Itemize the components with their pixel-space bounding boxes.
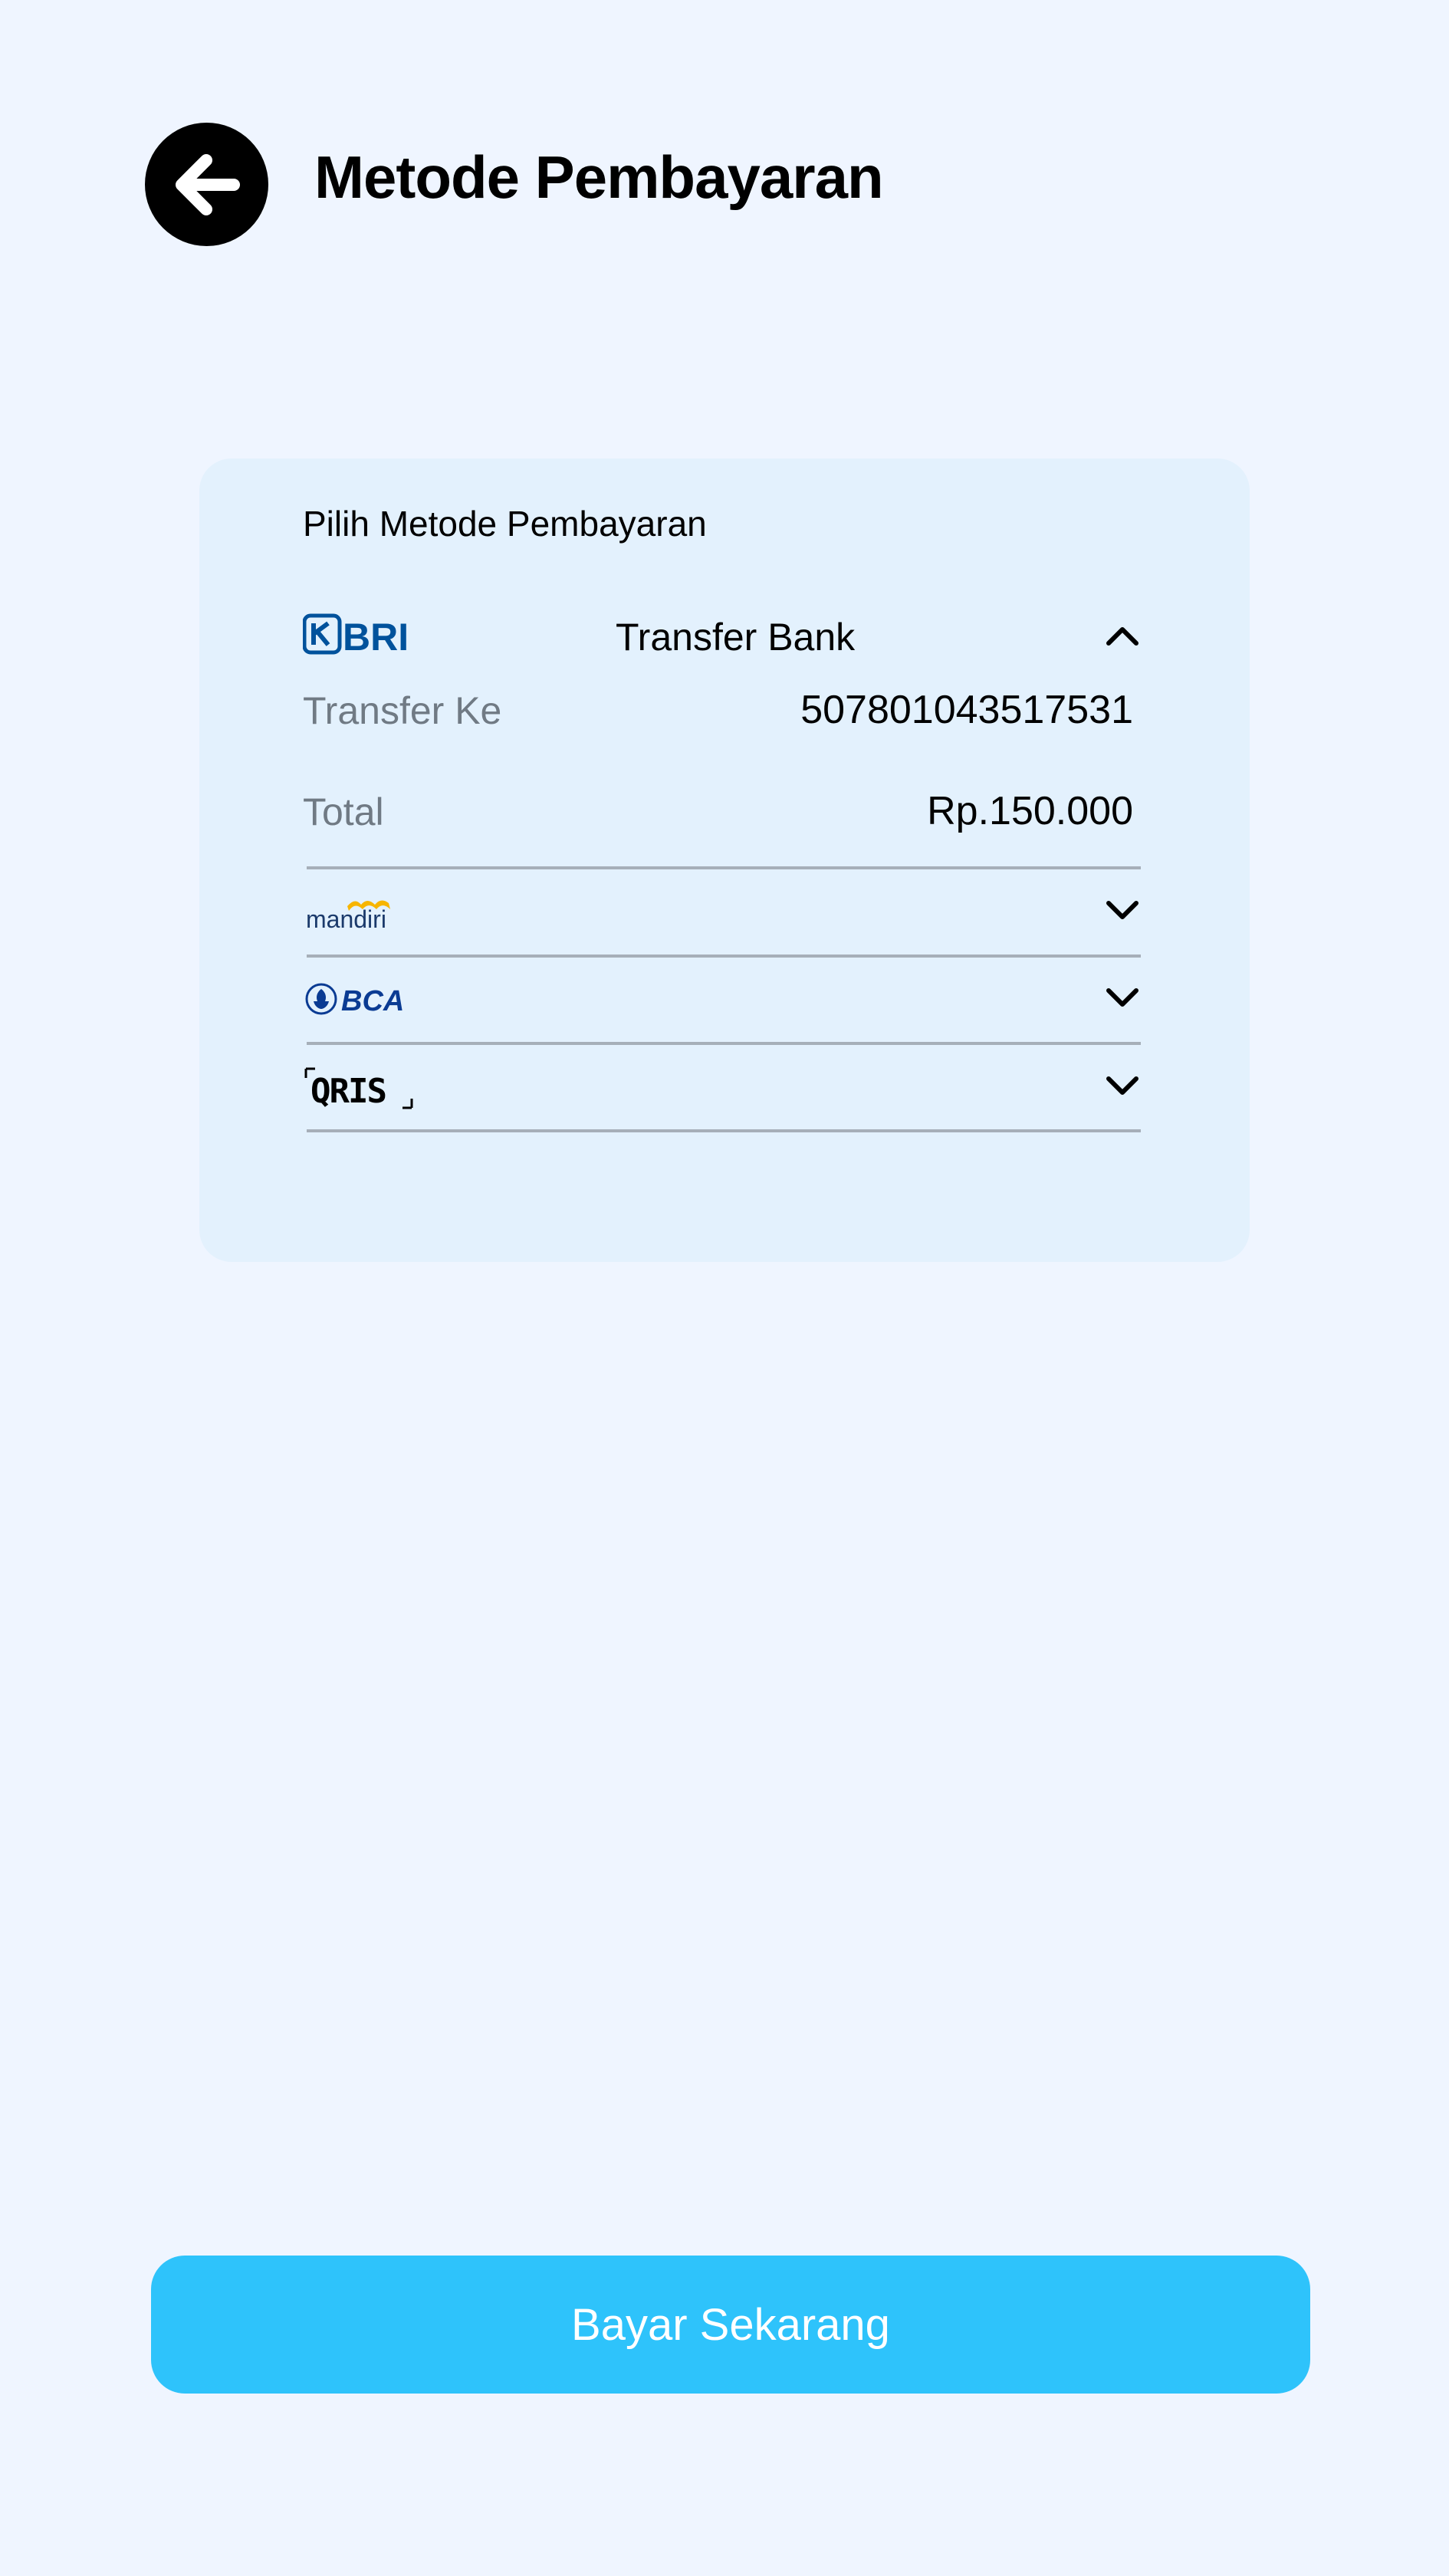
divider bbox=[307, 866, 1141, 869]
payment-method-card bbox=[199, 458, 1250, 1262]
svg-text:QRIS: QRIS bbox=[310, 1072, 386, 1109]
arrow-left-icon bbox=[175, 153, 240, 215]
mandiri-logo: mandiri bbox=[306, 900, 390, 931]
account-number: 507801043517531 bbox=[800, 688, 1133, 732]
chevron-down-icon[interactable] bbox=[1104, 899, 1141, 923]
chevron-up-icon[interactable] bbox=[1104, 623, 1141, 648]
page-title: Metode Pembayaran bbox=[314, 143, 884, 211]
svg-text:BCA: BCA bbox=[341, 985, 404, 1017]
divider bbox=[307, 1129, 1141, 1132]
total-value: Rp.150.000 bbox=[927, 789, 1133, 833]
total-label: Total bbox=[303, 790, 384, 833]
pay-now-button[interactable]: Bayar Sekarang bbox=[151, 2256, 1310, 2394]
transfer-to-label: Transfer Ke bbox=[303, 689, 502, 732]
divider bbox=[307, 955, 1141, 958]
qris-logo: QRIS bbox=[304, 1067, 413, 1109]
svg-text:mandiri: mandiri bbox=[306, 905, 386, 931]
bca-logo: BCA bbox=[305, 983, 404, 1017]
divider bbox=[307, 1042, 1141, 1045]
method-name-label: Transfer Bank bbox=[616, 616, 856, 659]
card-title: Pilih Metode Pembayaran bbox=[303, 504, 707, 544]
svg-text:BRI: BRI bbox=[343, 616, 409, 656]
back-button[interactable] bbox=[145, 123, 268, 246]
chevron-down-icon[interactable] bbox=[1104, 1074, 1141, 1099]
chevron-down-icon[interactable] bbox=[1104, 986, 1141, 1010]
bri-logo: BRI bbox=[303, 613, 409, 656]
